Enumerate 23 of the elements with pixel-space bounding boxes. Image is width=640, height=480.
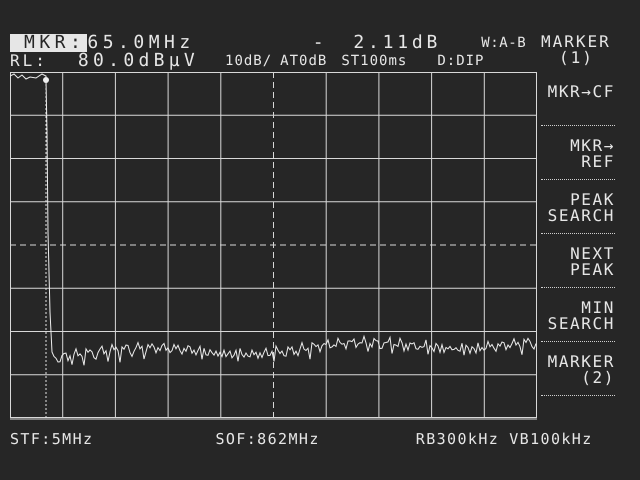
resolution-bandwidth: RB300kHz — [416, 432, 500, 446]
sweep-time: ST100ms — [341, 54, 408, 68]
softkey-button[interactable]: MARKER (2) — [541, 342, 615, 396]
softkey-button[interactable]: MKR→ REF — [541, 126, 615, 180]
softkey-button[interactable]: MKR→CF — [541, 72, 615, 126]
delta-sign: - — [312, 34, 328, 52]
attenuation-setting: AT0dB — [280, 54, 328, 68]
marker-label: MKR: — [10, 34, 88, 52]
softkey-button[interactable]: PEAK SEARCH — [541, 180, 615, 234]
offset-frequency: SOF:862MHz — [215, 432, 320, 446]
softkey-button[interactable]: NEXT PEAK — [541, 234, 615, 288]
video-bandwidth: VB100kHz — [509, 432, 593, 446]
marker-frequency: 65.0MHz — [87, 34, 195, 52]
detector-mode: D:DIP — [437, 54, 484, 68]
menu-title: MARKER (1) — [541, 34, 612, 69]
scale-setting: 10dB/ — [225, 54, 272, 68]
marker-dot — [43, 77, 49, 83]
start-frequency: STF:5MHz — [10, 432, 94, 446]
window-mode: W:A-B — [481, 36, 526, 50]
ref-level: 80.0dBμV — [78, 52, 200, 70]
ref-label: RL: — [10, 53, 48, 69]
softkey-button[interactable]: MIN SEARCH — [541, 288, 615, 342]
delta-value: 2.11dB — [353, 34, 442, 52]
